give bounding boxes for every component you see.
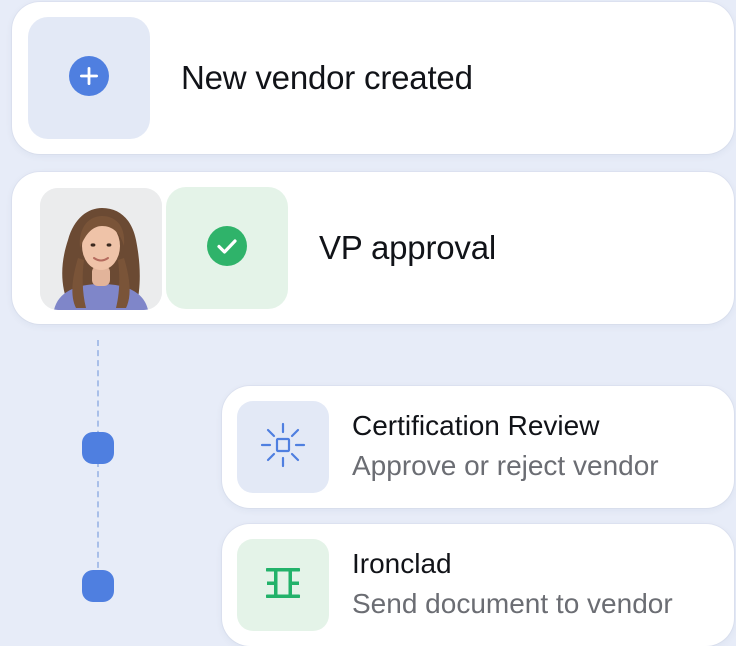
step-title: Certification Review [352,410,600,441]
plus-tile [28,17,150,139]
ironclad-logo-icon [263,563,303,608]
sparkle-crosshair-icon [257,419,309,476]
timeline-connector [97,340,99,588]
certification-tile [237,401,329,493]
check-tile [166,187,288,309]
plus-circle-icon [68,55,110,102]
timeline-node [82,432,114,464]
check-circle-icon [206,225,248,272]
person-avatar [40,188,162,310]
step-title: VP approval [319,229,496,266]
step-title: New vendor created [181,59,473,96]
step-card-new-vendor[interactable]: New vendor created [12,2,734,154]
step-card-ironclad[interactable]: Ironclad Send document to vendor [222,524,734,646]
step-subtitle: Approve or reject vendor [352,450,659,481]
step-card-vp-approval[interactable]: VP approval [12,172,734,324]
ironclad-tile [237,539,329,631]
timeline-node [82,570,114,602]
step-subtitle: Send document to vendor [352,588,673,619]
step-title: Ironclad [352,548,452,579]
step-card-certification-review[interactable]: Certification Review Approve or reject v… [222,386,734,508]
